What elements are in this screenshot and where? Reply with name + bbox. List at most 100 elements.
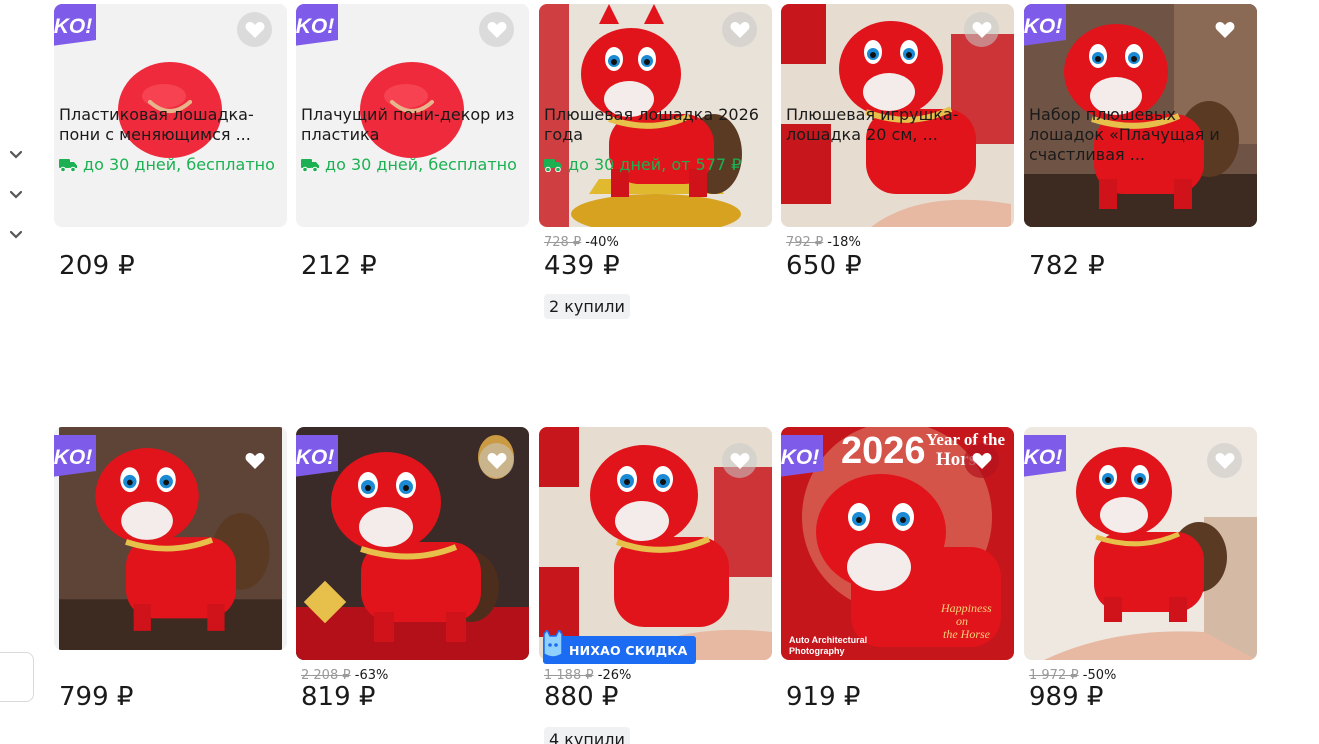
- favorite-button[interactable]: [237, 443, 272, 478]
- nihao-label: НИХАО СКИДКА: [569, 642, 688, 658]
- favorite-button[interactable]: [722, 443, 757, 478]
- delivery-info: до 30 дней, бесплатно: [59, 155, 275, 174]
- chevron-down-icon[interactable]: [9, 190, 23, 200]
- product-card[interactable]: KO!: [1024, 427, 1257, 660]
- old-price: 728 ₽: [544, 235, 582, 250]
- heart-icon: [245, 21, 264, 38]
- svg-text:KO!: KO!: [1024, 15, 1062, 38]
- heart-icon: [972, 21, 991, 38]
- svg-text:Happiness: Happiness: [940, 601, 992, 615]
- heart-icon: [730, 21, 749, 38]
- heart-icon: [1215, 452, 1234, 469]
- old-price-row: 792 ₽ -18%: [786, 235, 861, 250]
- heart-icon: [487, 21, 506, 38]
- heart-icon: [245, 452, 264, 469]
- svg-text:KO!: KO!: [781, 446, 819, 469]
- svg-text:KO!: KO!: [296, 446, 334, 469]
- truck-icon: [59, 158, 77, 172]
- discount: -18%: [827, 235, 861, 250]
- heart-icon: [487, 452, 506, 469]
- ko-badge: KO!: [1024, 435, 1066, 477]
- discount: -63%: [354, 668, 389, 683]
- price: 212 ₽: [301, 251, 377, 281]
- bought-count: 4 купили: [544, 727, 630, 744]
- product-title[interactable]: Плюшевая игрушка-лошадка 20 см, ...: [786, 105, 1011, 145]
- price: 439 ₽: [544, 251, 620, 281]
- price: 782 ₽: [1029, 251, 1105, 281]
- price: 919 ₽: [786, 682, 861, 712]
- product-image[interactable]: KO!: [1024, 427, 1257, 660]
- old-price-row: 1 972 ₽ -50%: [1029, 668, 1116, 683]
- old-price: 1 188 ₽: [544, 668, 594, 683]
- product-image[interactable]: НИХАО СКИДКА: [539, 427, 772, 664]
- product-card[interactable]: KO!: [54, 427, 287, 650]
- price: 650 ₽: [786, 251, 862, 281]
- product-card[interactable]: KO! 782 ₽ Набор плюшевых лошадок «Плачущ…: [1024, 4, 1257, 300]
- product-card[interactable]: 2026 Year of the Horse Happiness on the …: [781, 427, 1014, 660]
- old-price: 792 ₽: [786, 235, 824, 250]
- favorite-button[interactable]: [1207, 443, 1242, 478]
- product-card[interactable]: KO!: [296, 427, 529, 660]
- truck-icon: [301, 158, 319, 172]
- svg-text:KO!: KO!: [1024, 446, 1062, 469]
- ko-badge: KO!: [1024, 4, 1066, 46]
- chevron-down-icon[interactable]: [9, 150, 23, 160]
- bought-count: 2 купили: [544, 294, 630, 319]
- favorite-button[interactable]: [237, 12, 272, 47]
- delivery-text: до 30 дней, бесплатно: [83, 155, 275, 174]
- product-card[interactable]: 728 ₽ -40% 439 ₽ 2 купили Плюшевая лошадк…: [539, 4, 772, 319]
- nihao-discount-badge: НИХАО СКИДКА: [543, 630, 696, 664]
- sidebar-filter-input[interactable]: [0, 652, 34, 702]
- product-card[interactable]: НИХАО СКИДКА: [539, 427, 772, 664]
- favorite-button[interactable]: [964, 443, 999, 478]
- product-title[interactable]: Плачущий пони-декор из пластика: [301, 105, 526, 145]
- product-title[interactable]: Плюшевая лошадка 2026 года: [544, 105, 769, 145]
- product-image[interactable]: KO!: [54, 427, 287, 650]
- discount: -40%: [585, 235, 619, 250]
- heart-icon: [1215, 21, 1234, 38]
- old-price: 1 972 ₽: [1029, 668, 1079, 683]
- favorite-button[interactable]: [722, 12, 757, 47]
- product-card[interactable]: KO! 209 ₽ Пластиковая лошадка-пони с мен…: [54, 4, 287, 300]
- price: 819 ₽: [301, 682, 376, 712]
- delivery-info: до 30 дней, бесплатно: [301, 155, 517, 174]
- product-card[interactable]: KO! 212 ₽ Плачущий пони-декор из пластик…: [296, 4, 529, 300]
- svg-text:Year of the: Year of the: [926, 430, 1005, 449]
- svg-text:the Horse: the Horse: [943, 627, 991, 641]
- product-title[interactable]: Пластиковая лошадка-пони с меняющимся ..…: [59, 105, 284, 145]
- favorite-button[interactable]: [479, 443, 514, 478]
- favorite-button[interactable]: [479, 12, 514, 47]
- svg-text:2026: 2026: [841, 430, 926, 472]
- old-price-row: 728 ₽ -40%: [544, 235, 619, 250]
- nihao-mascot-icon: [543, 630, 563, 658]
- delivery-text: до 30 дней, бесплатно: [325, 155, 517, 174]
- truck-icon: [544, 158, 562, 172]
- ko-badge: KO!: [296, 4, 338, 46]
- price: 880 ₽: [544, 682, 619, 712]
- price: 209 ₽: [59, 251, 135, 281]
- product-card[interactable]: 792 ₽ -18% 650 ₽ Плюшевая игрушка-лошадка…: [781, 4, 1014, 300]
- delivery-text: до 30 дней, от 577 ₽: [568, 155, 742, 174]
- old-price-row: 2 208 ₽ -63%: [301, 668, 388, 683]
- price: 799 ₽: [59, 682, 134, 712]
- favorite-button[interactable]: [964, 12, 999, 47]
- svg-text:KO!: KO!: [54, 15, 92, 38]
- old-price-row: 1 188 ₽ -26%: [544, 668, 631, 683]
- svg-text:on: on: [956, 614, 968, 628]
- discount: -50%: [1082, 668, 1117, 683]
- product-title[interactable]: Набор плюшевых лошадок «Плачущая и счаст…: [1029, 105, 1254, 165]
- heart-icon: [972, 452, 991, 469]
- svg-text:KO!: KO!: [54, 446, 92, 469]
- heart-icon: [730, 452, 749, 469]
- ko-badge: KO!: [781, 435, 823, 477]
- svg-text:Photography: Photography: [789, 646, 845, 656]
- ko-badge: KO!: [296, 435, 338, 477]
- old-price: 2 208 ₽: [301, 668, 351, 683]
- ko-badge: KO!: [54, 435, 96, 477]
- product-image[interactable]: 2026 Year of the Horse Happiness on the …: [781, 427, 1014, 660]
- product-image[interactable]: KO!: [296, 427, 529, 660]
- price: 989 ₽: [1029, 682, 1104, 712]
- chevron-down-icon[interactable]: [9, 230, 23, 240]
- ko-badge: KO!: [54, 4, 96, 46]
- favorite-button[interactable]: [1207, 12, 1242, 47]
